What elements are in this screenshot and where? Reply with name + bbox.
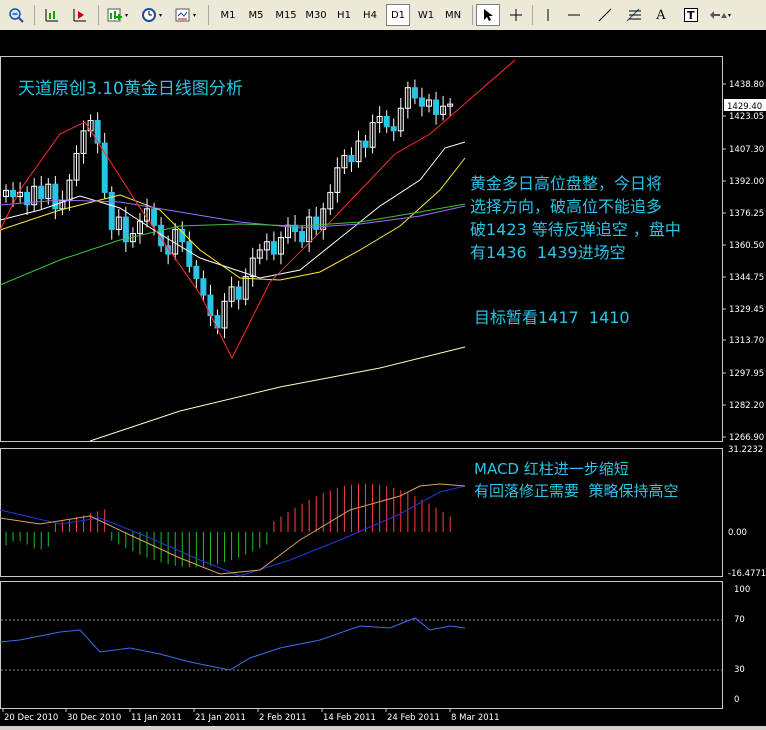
date-tick-label: 11 Jan 2011 — [131, 713, 182, 723]
timeframe-mn[interactable]: MN — [440, 4, 466, 26]
date-tick-label: 2 Feb 2011 — [259, 713, 307, 723]
vertical-line-icon[interactable] — [538, 4, 558, 26]
timeframe-w1[interactable]: W1 — [414, 4, 438, 26]
date-tick-label: 21 Jan 2011 — [195, 713, 246, 723]
timeframe-m30[interactable]: M30 — [302, 4, 330, 26]
moving-average-slow — [89, 346, 466, 442]
templates-icon[interactable] — [172, 4, 202, 26]
candle-body — [299, 230, 306, 243]
price-tick-label: 1360.50 — [729, 241, 764, 251]
candle-body — [200, 278, 207, 296]
price-tick-label: 1392.00 — [729, 177, 764, 187]
rsi-line — [0, 617, 466, 671]
price-tick-label: 1282.20 — [729, 401, 764, 411]
chart-auto-scroll-icon[interactable] — [68, 4, 92, 26]
price-tick-label: 1297.95 — [729, 369, 764, 379]
candle-body — [151, 208, 158, 226]
chart-title-annotation: 天道原创3.10黄金日线图分析 — [18, 79, 243, 99]
svg-text:T: T — [687, 9, 695, 22]
target-annotation: 目标暂看1417 1410 — [474, 308, 630, 327]
timeframe-d1[interactable]: D1 — [386, 4, 410, 26]
date-tick-label: 14 Feb 2011 — [323, 713, 376, 723]
candle-body — [433, 99, 440, 115]
candle-body — [313, 216, 320, 230]
candle-body — [348, 154, 355, 163]
rsi-tick-label: 100 — [734, 585, 750, 595]
candle-body — [10, 189, 17, 198]
price-tick-label: 1344.75 — [729, 273, 764, 283]
price-tick-label: 1407.30 — [729, 145, 764, 155]
macd-tick-label: -16.4771 — [728, 569, 766, 579]
timeframe-m5[interactable]: M5 — [244, 4, 268, 26]
candle-body — [270, 241, 277, 255]
rsi-panel-frame — [0, 581, 723, 709]
timeframe-h4[interactable]: H4 — [358, 4, 382, 26]
timeframe-h1[interactable]: H1 — [332, 4, 356, 26]
text-label-icon[interactable]: T — [680, 4, 702, 26]
horizontal-line-icon[interactable] — [564, 4, 584, 26]
date-tick-label: 30 Dec 2010 — [67, 713, 121, 723]
price-tick-label: 1376.25 — [729, 209, 764, 219]
date-tick-label: 24 Feb 2011 — [387, 713, 440, 723]
candle-body — [362, 140, 369, 148]
periods-clock-icon[interactable] — [138, 4, 168, 26]
rsi-tick-label: 30 — [734, 665, 745, 675]
candle-body — [383, 115, 390, 128]
macd-tick-label: 31.2232 — [728, 445, 763, 455]
analysis-annotation: 黄金多日高位盘整，今日将 选择方向，破高位不能追多 破1423 等待反弹追空 ，… — [470, 174, 681, 262]
timeframe-m15[interactable]: M15 — [272, 4, 300, 26]
text-icon[interactable]: A — [650, 4, 672, 26]
candle-body — [411, 87, 418, 99]
chart-tile-icon[interactable] — [40, 4, 64, 26]
macd-annotation: MACD 红柱进一步缩短 有回落修正需要 策略保持高空 — [474, 460, 679, 500]
timeframe-m1[interactable]: M1 — [216, 4, 240, 26]
cursor-icon[interactable] — [476, 4, 500, 26]
fibonacci-icon[interactable] — [622, 4, 646, 26]
candle-body — [179, 228, 186, 243]
candle-body — [235, 286, 242, 300]
candle-body — [193, 265, 200, 280]
toolbar: M1 M5 M15 M30 H1 H4 D1 W1 MN A T — [0, 0, 766, 31]
candle-body — [186, 241, 193, 267]
trendline-icon[interactable] — [594, 4, 616, 26]
chart-canvas[interactable]: 1438.80 1423.05 1407.30 1392.00 1376.25 1360.… — [0, 30, 766, 726]
candle-body — [390, 126, 397, 132]
add-indicator-icon[interactable] — [104, 4, 134, 26]
zoom-out-icon[interactable] — [4, 4, 28, 26]
candle-body — [418, 97, 425, 107]
price-tick-label: 1313.70 — [729, 336, 764, 346]
price-tick-label: 1438.80 — [729, 80, 764, 90]
candle-body — [165, 245, 172, 255]
chart-area[interactable]: 1438.80 1423.05 1407.30 1392.00 1376.25 1360.… — [0, 30, 766, 726]
candle-body — [207, 294, 214, 317]
arrows-icon[interactable] — [706, 4, 736, 26]
date-tick-label: 20 Dec 2010 — [4, 713, 58, 723]
rsi-tick-label: 0 — [734, 695, 739, 705]
candle-body — [38, 185, 45, 200]
current-price-label: 1429.40 — [727, 102, 762, 112]
macd-tick-label: 0.00 — [728, 528, 747, 538]
price-tick-label: 1266.90 — [729, 433, 764, 443]
price-tick-label: 1329.45 — [729, 305, 764, 315]
date-tick-label: 8 Mar 2011 — [451, 713, 499, 723]
rsi-tick-label: 70 — [734, 615, 745, 625]
price-tick-label: 1423.05 — [729, 112, 764, 122]
crosshair-icon[interactable] — [504, 4, 528, 26]
